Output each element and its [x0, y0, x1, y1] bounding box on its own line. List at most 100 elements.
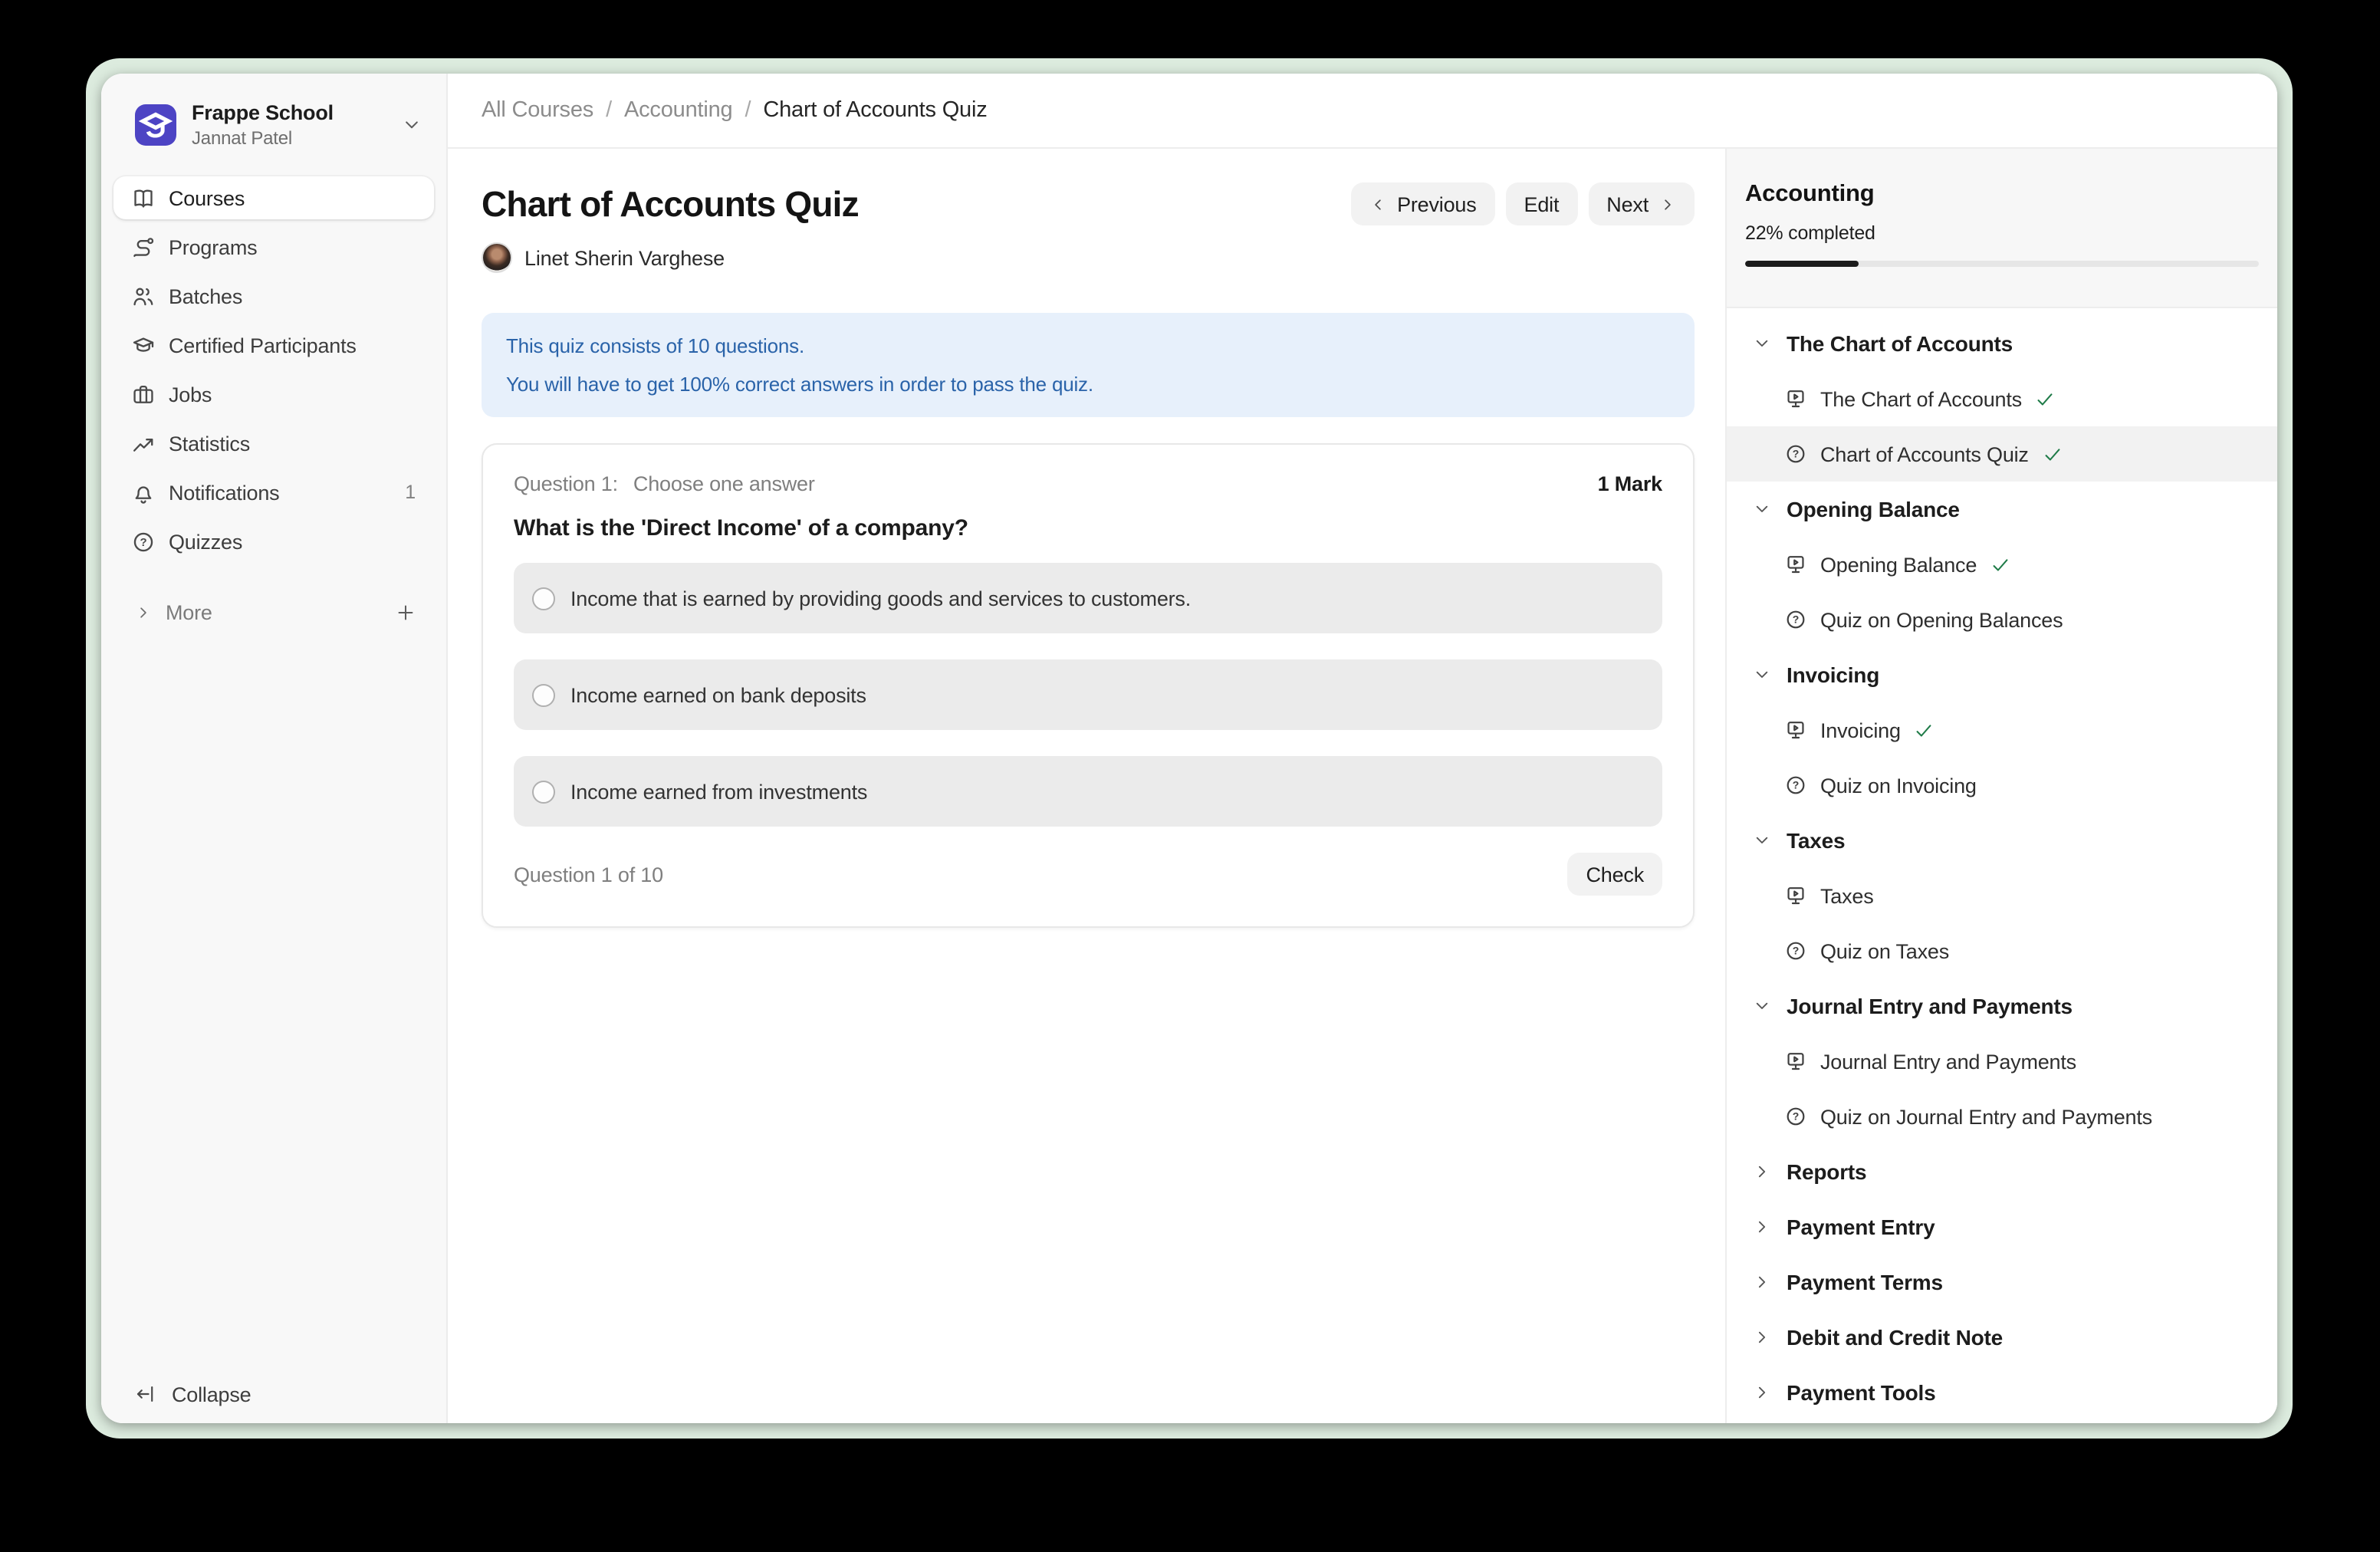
- window-frame: Frappe School Jannat Patel Courses Progra…: [86, 58, 2293, 1439]
- sidebar-item-batches[interactable]: Batches: [113, 272, 434, 321]
- outline-section-payment-entry[interactable]: Payment Entry: [1727, 1199, 2277, 1254]
- outline-section-title: Payment Tools: [1787, 1380, 1936, 1405]
- sidebar-item-label: Courses: [169, 187, 245, 210]
- chevron-down-icon[interactable]: [402, 115, 422, 135]
- breadcrumb-item-all-courses[interactable]: All Courses: [482, 98, 593, 123]
- outline-section-title: Invoicing: [1787, 663, 1879, 687]
- chevron-right-icon: [1659, 196, 1676, 212]
- radio-button-icon[interactable]: [532, 587, 555, 610]
- users-icon: [132, 285, 155, 308]
- outline-item-quiz-on-invoicing[interactable]: ?Quiz on Invoicing: [1727, 758, 2277, 813]
- answer-option-label: Income that is earned by providing goods…: [570, 587, 1191, 610]
- answer-option-2[interactable]: Income earned on bank deposits: [514, 659, 1662, 730]
- outline-section-debit-and-credit-note[interactable]: Debit and Credit Note: [1727, 1310, 2277, 1365]
- breadcrumb: All Courses/Accounting/Chart of Accounts…: [448, 74, 2277, 149]
- outline-item-invoicing[interactable]: Invoicing: [1727, 702, 2277, 758]
- outline-item-chart-of-accounts-quiz[interactable]: ?Chart of Accounts Quiz: [1727, 426, 2277, 482]
- check-button[interactable]: Check: [1567, 853, 1662, 896]
- outline-item-label: Chart of Accounts Quiz: [1820, 442, 2029, 465]
- outline-item-label: Quiz on Journal Entry and Payments: [1820, 1105, 2152, 1128]
- app-window: Frappe School Jannat Patel Courses Progra…: [101, 74, 2277, 1423]
- plus-icon[interactable]: [396, 603, 416, 623]
- outline-item-label: The Chart of Accounts: [1820, 387, 2022, 410]
- outline-item-journal-entry-and-payments[interactable]: Journal Entry and Payments: [1727, 1034, 2277, 1089]
- author-row: Linet Sherin Varghese: [482, 242, 1695, 273]
- sidebar-item-courses[interactable]: Courses: [113, 177, 434, 220]
- workspace-labels: Frappe School Jannat Patel: [192, 101, 386, 150]
- sidebar-more[interactable]: More: [101, 588, 446, 637]
- previous-button[interactable]: Previous: [1351, 182, 1494, 225]
- outline-section-title: Payment Terms: [1787, 1270, 1943, 1294]
- outline-item-the-chart-of-accounts[interactable]: The Chart of Accounts: [1727, 371, 2277, 426]
- chevron-left-icon: [1369, 196, 1386, 212]
- svg-text:?: ?: [1793, 945, 1799, 957]
- radio-button-icon[interactable]: [532, 780, 555, 803]
- outline-item-quiz-on-journal-entry-and-payments[interactable]: ?Quiz on Journal Entry and Payments: [1727, 1089, 2277, 1144]
- outline-section-title: Opening Balance: [1787, 497, 1960, 521]
- sidebar-nav: Courses ProgramsBatchesCertified Particip…: [101, 174, 446, 567]
- chevron-right-icon: [1753, 1273, 1773, 1291]
- outline-section-payment-terms[interactable]: Payment Terms: [1727, 1254, 2277, 1310]
- title-row: Chart of Accounts Quiz Previous Edit: [482, 182, 1695, 225]
- radio-button-icon[interactable]: [532, 683, 555, 706]
- outline-section-the-chart-of-accounts[interactable]: The Chart of Accounts: [1727, 316, 2277, 371]
- lesson-icon: [1785, 388, 1806, 409]
- collapse-sidebar-button[interactable]: Collapse: [101, 1374, 446, 1423]
- outline-item-quiz-on-opening-balances[interactable]: ?Quiz on Opening Balances: [1727, 592, 2277, 647]
- sidebar-item-label: Quizzes: [169, 531, 242, 554]
- check-icon: [2043, 444, 2063, 464]
- collapse-arrow-icon: [135, 1383, 156, 1405]
- route-icon: [132, 236, 155, 259]
- author-name: Linet Sherin Varghese: [524, 246, 725, 269]
- chevron-right-icon: [1753, 1162, 1773, 1181]
- sidebar-item-notifications[interactable]: Notifications1: [113, 469, 434, 518]
- question-text: What is the 'Direct Income' of a company…: [514, 515, 1662, 541]
- sidebar-item-certified-participants[interactable]: Certified Participants: [113, 321, 434, 370]
- page-title: Chart of Accounts Quiz: [482, 183, 859, 225]
- outline-section-opening-balance[interactable]: Opening Balance: [1727, 482, 2277, 537]
- check-icon: [2036, 389, 2056, 409]
- check-icon: [1915, 720, 1935, 740]
- outline-section-journal-entry-and-payments[interactable]: Journal Entry and Payments: [1727, 978, 2277, 1034]
- outline-item-label: Quiz on Taxes: [1820, 939, 1949, 962]
- main-content: Chart of Accounts Quiz Previous Edit: [448, 149, 1725, 1423]
- outline-item-label: Opening Balance: [1820, 553, 1977, 576]
- workspace-switcher[interactable]: Frappe School Jannat Patel: [101, 74, 446, 174]
- chevron-down-icon: [1753, 334, 1773, 353]
- outline-section-reports[interactable]: Reports: [1727, 1144, 2277, 1199]
- help-circle-icon: ?: [132, 531, 155, 554]
- outline-section-payment-tools[interactable]: Payment Tools: [1727, 1365, 2277, 1420]
- lesson-icon: [1785, 554, 1806, 575]
- question-header: Question 1: Choose one answer 1 Mark: [514, 472, 1662, 495]
- course-outline-list: The Chart of Accounts The Chart of Accoun…: [1727, 308, 2277, 1423]
- sidebar-item-programs[interactable]: Programs: [113, 223, 434, 272]
- header-buttons: Previous Edit Next: [1351, 182, 1695, 225]
- answer-option-3[interactable]: Income earned from investments: [514, 756, 1662, 827]
- edit-button[interactable]: Edit: [1506, 182, 1578, 225]
- course-outline-panel: Accounting 22% completed The Chart of Ac…: [1725, 149, 2277, 1423]
- chevron-right-icon: [1753, 1383, 1773, 1402]
- notice-line-2: You will have to get 100% correct answer…: [506, 370, 1670, 399]
- next-button[interactable]: Next: [1588, 182, 1695, 225]
- outline-item-opening-balance[interactable]: Opening Balance: [1727, 537, 2277, 592]
- answer-option-label: Income earned on bank deposits: [570, 683, 866, 706]
- answer-options: Income that is earned by providing goods…: [514, 563, 1662, 827]
- frappe-school-logo-icon: [135, 104, 176, 146]
- graduation-cap-icon: [132, 334, 155, 357]
- course-progress-bar: [1745, 261, 2259, 267]
- outline-section-taxes[interactable]: Taxes: [1727, 813, 2277, 868]
- course-progress-label: 22% completed: [1745, 221, 2259, 245]
- sidebar-item-statistics[interactable]: Statistics: [113, 419, 434, 469]
- outline-section-invoicing[interactable]: Invoicing: [1727, 647, 2277, 702]
- course-title: Accounting: [1745, 178, 2259, 212]
- question-footer: Question 1 of 10 Check: [514, 853, 1662, 896]
- outline-item-quiz-on-taxes[interactable]: ? Quiz on Taxes: [1727, 923, 2277, 978]
- sidebar-item-quizzes[interactable]: ? Quizzes: [113, 518, 434, 567]
- answer-option-1[interactable]: Income that is earned by providing goods…: [514, 563, 1662, 633]
- outline-item-taxes[interactable]: Taxes: [1727, 868, 2277, 923]
- collapse-label: Collapse: [172, 1383, 251, 1406]
- sidebar-item-jobs[interactable]: Jobs: [113, 370, 434, 419]
- breadcrumb-item-accounting[interactable]: Accounting: [624, 98, 733, 123]
- outline-item-label: Taxes: [1820, 884, 1874, 907]
- sidebar-item-label: Notifications: [169, 482, 279, 505]
